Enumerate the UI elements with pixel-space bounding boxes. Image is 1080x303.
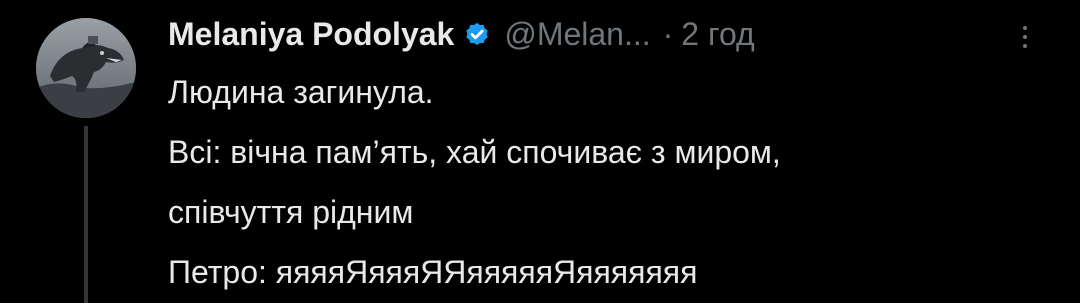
author-name[interactable]: Melaniya Podolyak (168, 16, 454, 53)
tweet-text-line: Петро: яяяяЯяяяЯЯяяяяяЯяяяяяяя (168, 254, 698, 290)
tweet[interactable]: Melaniya Podolyak @Melan... · 2 год Люди… (0, 0, 1080, 303)
more-vertical-icon[interactable] (1010, 22, 1040, 52)
verified-badge-icon (462, 19, 492, 49)
tweet-text-line: співчуття рідним (168, 194, 414, 230)
separator-dot: · (662, 15, 674, 52)
tweet-header: Melaniya Podolyak @Melan... · 2 год (168, 8, 755, 60)
tweet-text-line: Людина загинула. (168, 74, 434, 110)
avatar[interactable] (36, 18, 136, 118)
author-handle[interactable]: @Melan... (504, 16, 650, 53)
thread-line (84, 126, 88, 303)
tweet-text-line: Всі: вічна пам’ять, хай спочиває з миром… (168, 134, 781, 170)
timestamp[interactable]: 2 год (681, 16, 754, 53)
tweet-text: Людина загинула. Всі: вічна пам’ять, хай… (168, 62, 1048, 302)
dinosaur-avatar-icon (36, 18, 136, 118)
